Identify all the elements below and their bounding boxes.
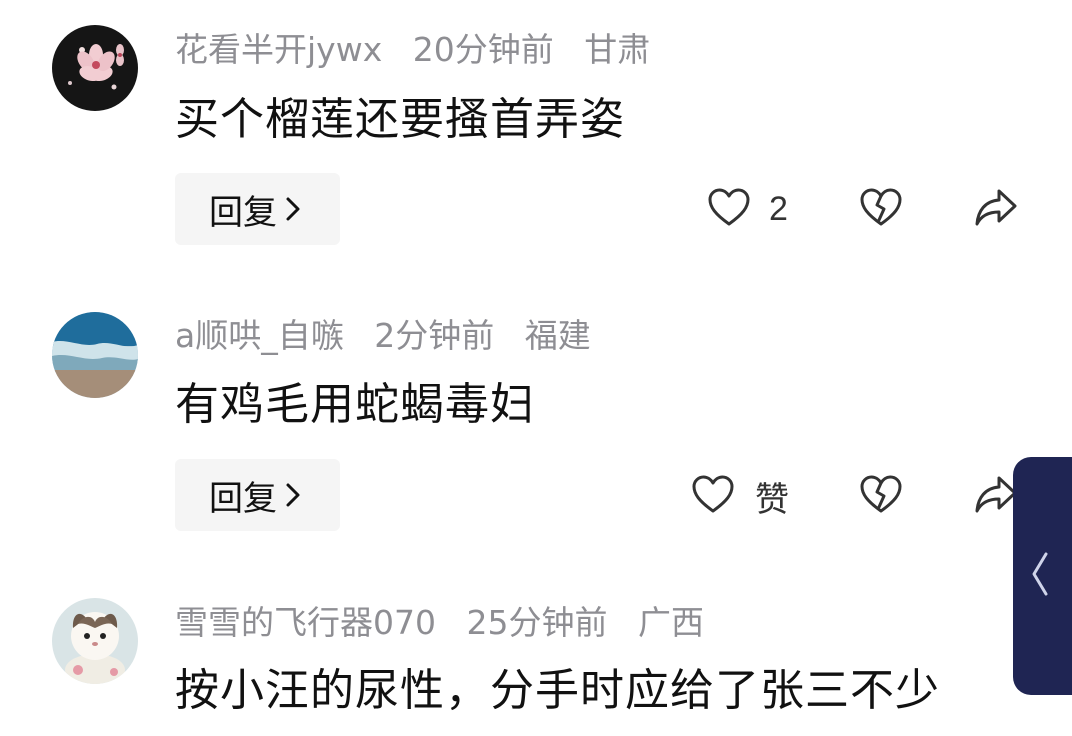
comment-text: 买个榴莲还要搔首弄姿 bbox=[175, 94, 625, 145]
reply-label: 回复 bbox=[209, 192, 277, 233]
location: 甘肃 bbox=[584, 30, 651, 69]
timestamp: 2分钟前 bbox=[374, 316, 495, 355]
location: 广西 bbox=[638, 603, 704, 642]
chevron-right-icon bbox=[285, 196, 301, 222]
comment-list-page: 花看半开jywx 20分钟前 甘肃 买个榴莲还要搔首弄姿 回复 2 a顺哄_自嗾… bbox=[0, 0, 1072, 736]
like-button[interactable]: 2 bbox=[707, 185, 788, 233]
username[interactable]: a顺哄_自嗾 bbox=[175, 316, 344, 355]
comment-meta: 花看半开jywx 20分钟前 甘肃 bbox=[175, 30, 670, 70]
reply-button[interactable]: 回复 bbox=[175, 173, 340, 245]
broken-heart-icon bbox=[859, 473, 903, 519]
comment-meta: 雪雪的飞行器070 25分钟前 广西 bbox=[175, 603, 724, 643]
avatar[interactable] bbox=[52, 598, 138, 684]
like-count: 2 bbox=[769, 189, 788, 228]
like-button[interactable]: 赞 bbox=[691, 472, 789, 520]
like-label: 赞 bbox=[755, 480, 789, 519]
comment-meta: a顺哄_自嗾 2分钟前 福建 bbox=[175, 316, 611, 356]
reply-button[interactable]: 回复 bbox=[175, 459, 340, 531]
chevron-right-icon bbox=[285, 482, 301, 508]
share-button[interactable] bbox=[973, 185, 1019, 233]
reply-label: 回复 bbox=[209, 478, 277, 519]
avatar[interactable] bbox=[52, 312, 138, 398]
avatar[interactable] bbox=[52, 25, 138, 111]
comment-text: 有鸡毛用蛇蝎毒妇 bbox=[175, 379, 535, 430]
timestamp: 25分钟前 bbox=[466, 603, 608, 642]
username[interactable]: 花看半开jywx bbox=[175, 30, 382, 69]
comment-text: 按小汪的尿性，分手时应给了张三不少 bbox=[175, 665, 940, 716]
timestamp: 20分钟前 bbox=[412, 30, 554, 69]
share-arrow-icon bbox=[973, 186, 1019, 232]
location: 福建 bbox=[524, 316, 591, 355]
dislike-button[interactable] bbox=[859, 472, 903, 520]
heart-icon bbox=[691, 474, 735, 518]
dislike-button[interactable] bbox=[859, 185, 903, 233]
chevron-left-icon bbox=[1029, 550, 1051, 602]
heart-icon bbox=[707, 187, 751, 231]
username[interactable]: 雪雪的飞行器070 bbox=[175, 603, 436, 642]
side-drawer-tab[interactable] bbox=[1013, 457, 1072, 695]
broken-heart-icon bbox=[859, 186, 903, 232]
